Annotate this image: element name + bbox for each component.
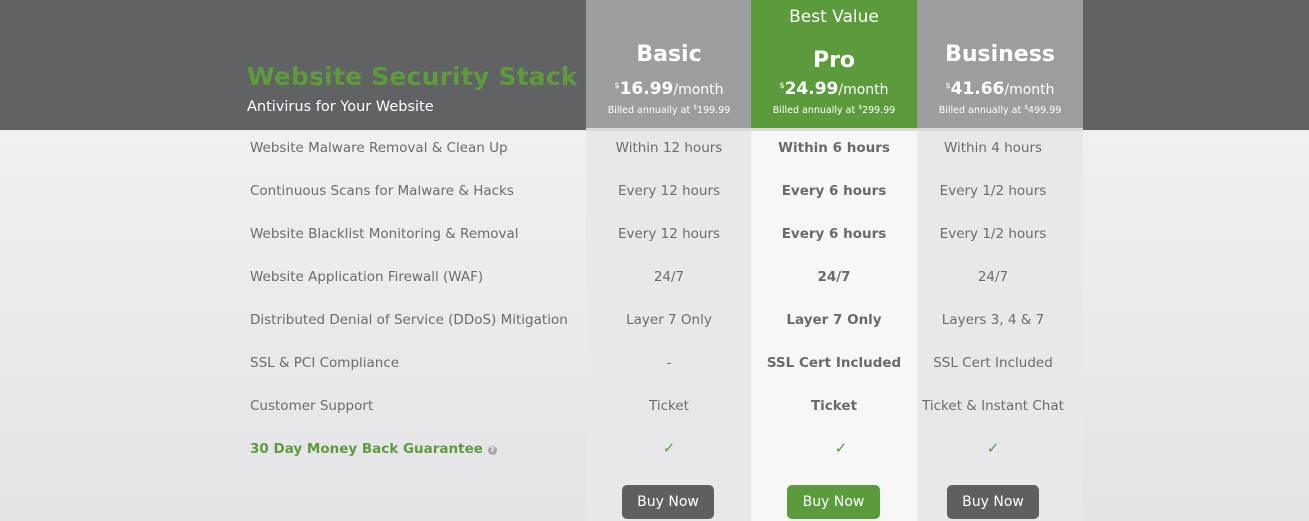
plan-header-basic: Basic $16.99/month Billed annually at $1… (586, 0, 752, 128)
buy-now-basic-button[interactable]: Buy Now (622, 485, 714, 519)
table-cell: Every 1/2 hours (939, 226, 1047, 242)
question-circle-icon[interactable]: ? (487, 446, 497, 455)
table-cell: Within 12 hours (615, 140, 723, 156)
table-cell: Every 12 hours (617, 226, 721, 242)
billed-amount: 299.99 (862, 105, 896, 116)
column-divider (917, 128, 1083, 131)
billed-annually-note: Billed annually at $499.99 (917, 104, 1083, 116)
price-amount: 16.99 (619, 79, 674, 99)
table-cell: 24/7 (653, 269, 685, 285)
table-cell: Ticket (649, 398, 689, 414)
table-cell: - (666, 355, 672, 371)
table-cell: Every 1/2 hours (939, 183, 1047, 199)
column-divider (586, 128, 752, 131)
feature-label-waf: Website Application Firewall (WAF) (250, 269, 484, 285)
plan-header-business: Business $41.66/month Billed annually at… (917, 0, 1083, 128)
feature-label-blacklist-monitoring: Website Blacklist Monitoring & Removal (250, 226, 519, 242)
feature-label-ddos: Distributed Denial of Service (DDoS) Mit… (250, 312, 568, 328)
page-subtitle: Antivirus for Your Website (247, 99, 434, 115)
table-cell: Ticket & Instant Chat (922, 398, 1064, 414)
guarantee-label: 30 Day Money Back Guarantee (250, 441, 483, 457)
billed-prefix: Billed annually at (607, 105, 694, 116)
table-cell: Every 6 hours (781, 226, 887, 242)
table-cell: 24/7 (977, 269, 1009, 285)
table-cell: Layer 7 Only (786, 312, 882, 328)
checkmark-icon: ✓ (986, 439, 1000, 457)
billed-amount: 499.99 (1028, 105, 1062, 116)
checkmark-icon: ✓ (662, 439, 676, 457)
billed-amount: 199.99 (697, 105, 731, 116)
plan-header-pro: Best Value Pro $24.99/month Billed annua… (751, 0, 917, 128)
billed-prefix: Billed annually at (938, 105, 1025, 116)
table-cell: SSL Cert Included (933, 355, 1053, 371)
column-divider (751, 128, 917, 131)
table-cell: Ticket (810, 398, 858, 414)
feature-label-continuous-scans: Continuous Scans for Malware & Hacks (250, 183, 514, 199)
plan-name: Basic (636, 42, 702, 67)
feature-label-ssl-pci: SSL & PCI Compliance (250, 355, 400, 371)
price-period: /month (838, 82, 889, 98)
price-period: /month (673, 82, 724, 98)
price-amount: 41.66 (950, 79, 1005, 99)
buy-now-pro-button[interactable]: Buy Now (787, 485, 880, 519)
billed-annually-note: Billed annually at $299.99 (751, 104, 917, 116)
plan-price: $41.66/month (917, 79, 1083, 99)
table-cell: 24/7 (817, 269, 851, 285)
plan-name: Business (945, 42, 1055, 67)
buy-now-business-button[interactable]: Buy Now (947, 485, 1039, 519)
billed-prefix: Billed annually at (772, 105, 859, 116)
feature-label-customer-support: Customer Support (250, 398, 374, 414)
plan-price: $24.99/month (751, 79, 917, 99)
billed-annually-note: Billed annually at $199.99 (586, 104, 752, 116)
table-cell: Every 12 hours (617, 183, 721, 199)
best-value-badge: Best Value (789, 7, 879, 27)
table-cell: Every 6 hours (781, 183, 887, 199)
checkmark-icon: ✓ (834, 439, 848, 457)
table-cell: Within 6 hours (778, 140, 890, 156)
table-cell: SSL Cert Included (766, 355, 902, 371)
plan-price: $16.99/month (586, 79, 752, 99)
table-cell: Layers 3, 4 & 7 (941, 312, 1045, 328)
price-period: /month (1004, 82, 1055, 98)
table-cell: Layer 7 Only (626, 312, 712, 328)
table-cell: Within 4 hours (943, 140, 1043, 156)
plan-name: Pro (812, 48, 856, 73)
feature-label-malware-removal: Website Malware Removal & Clean Up (250, 140, 508, 156)
feature-label-money-back: 30 Day Money Back Guarantee? (250, 441, 497, 457)
page-title: Website Security Stack (247, 62, 578, 91)
price-amount: 24.99 (784, 79, 839, 99)
